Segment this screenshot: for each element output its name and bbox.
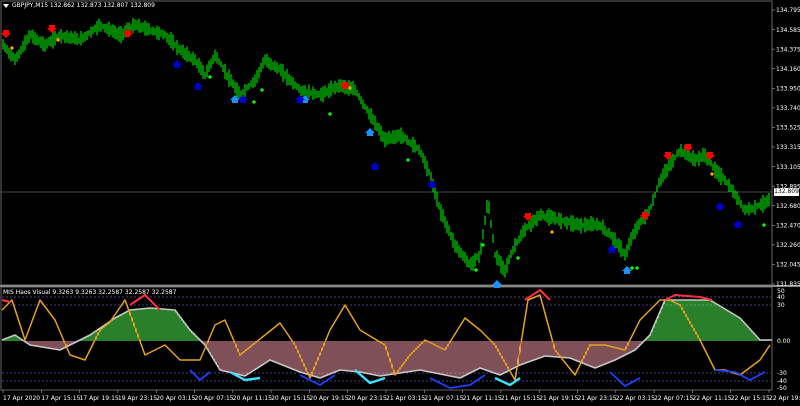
green-dot	[629, 265, 635, 271]
price-label: 134.160	[776, 66, 800, 73]
time-label: 17 Apr 19:15	[80, 395, 119, 402]
orange-dot	[549, 229, 555, 235]
indicator-level-label: -50	[777, 385, 787, 392]
time-label: 20 Apr 19:15	[309, 395, 348, 402]
green-dot	[251, 99, 257, 105]
time-label: 20 Apr 03:15	[156, 395, 195, 402]
price-label: 133.740	[776, 105, 800, 112]
time-label: 21 Apr 03:15	[386, 395, 425, 402]
orange-dot	[9, 45, 15, 51]
price-label: 132.470	[776, 222, 800, 229]
time-label: 22 Apr 03:15	[616, 395, 655, 402]
sell-arrow-icon	[1, 30, 11, 38]
indicator-level-label: 30	[777, 302, 785, 309]
indicator-level-label: -30	[777, 370, 787, 377]
signal-marks-layer	[1, 25, 767, 288]
orange-dot	[709, 171, 715, 177]
time-label: 21 Apr 07:15	[424, 395, 463, 402]
price-label: 134.795	[776, 7, 800, 14]
main-pane-title: GBPJPY,M15 132.862 132.873 132.807 132.8…	[3, 2, 155, 9]
green-dot	[259, 87, 265, 93]
indicator-blue-segment	[609, 371, 641, 387]
buy-arrow-icon	[733, 220, 743, 228]
time-axis: 17 Apr 2020 17 Apr 15:15 17 Apr 19:15 19 Ap…	[2, 390, 800, 402]
time-label: 22 Apr 15:15	[731, 395, 770, 402]
time-label: 17 Apr 15:15	[41, 395, 80, 402]
time-label: 21 Apr 19:15	[539, 395, 578, 402]
price-label: 133.315	[776, 144, 800, 151]
price-axis: 134.795 134.585 134.375 134.160 133.950 133.7…	[772, 7, 800, 288]
green-dot	[634, 265, 640, 271]
collapse-triangle-icon[interactable]	[3, 3, 9, 8]
price-label: 132.260	[776, 242, 800, 249]
indicator-level-label: -40	[777, 378, 787, 385]
green-dot	[405, 157, 411, 163]
indicator-red-segment	[1, 299, 11, 303]
time-label: 19 Apr 23:15	[118, 395, 157, 402]
time-label: 20 Apr 23:15	[348, 395, 387, 402]
price-label: 133.525	[776, 125, 800, 132]
green-dot	[327, 111, 333, 117]
buy-arrow-icon	[622, 266, 632, 274]
indicator-axis: 5040300.00-30-40-50	[777, 288, 791, 392]
indicator-red-segment	[524, 289, 551, 301]
indicator-pane-title: MIS Haos Visual 9.3263 9.3263 32.2587 32…	[3, 289, 177, 296]
time-label: 21 Apr 15:15	[501, 395, 540, 402]
green-dot	[480, 242, 486, 248]
price-label: 133.950	[776, 85, 800, 92]
price-label: 132.045	[776, 262, 800, 269]
time-label: 17 Apr 2020	[3, 395, 40, 402]
time-label: 22 Apr 07:15	[654, 395, 693, 402]
indicator-blue-segment	[189, 369, 211, 381]
indicator-blue-segment	[714, 369, 766, 381]
price-label: 133.105	[776, 164, 800, 171]
buy-arrow-icon	[365, 128, 375, 136]
green-dot	[515, 255, 521, 261]
indicator-level-label: 0.00	[777, 338, 791, 345]
price-label: 134.585	[776, 27, 800, 34]
green-dot	[473, 267, 479, 273]
chart-canvas[interactable]: 134.795 134.585 134.375 134.160 133.950 133.7…	[0, 0, 800, 406]
time-label: 20 Apr 15:15	[271, 395, 310, 402]
price-label: 131.835	[776, 281, 800, 288]
green-dot	[207, 74, 213, 80]
buy-arrow-icon	[715, 202, 725, 210]
indicator-cyan-segment	[494, 376, 521, 387]
time-label: 21 Apr 11:15	[463, 395, 502, 402]
time-label: 20 Apr 11:15	[233, 395, 272, 402]
candles-layer	[2, 17, 770, 278]
current-price-tag: 132.809	[774, 188, 799, 196]
symbol-info-text: GBPJPY,M15 132.862 132.873 132.807 132.8…	[12, 2, 155, 9]
time-label: 20 Apr 07:15	[195, 395, 234, 402]
time-label: 21 Apr 23:15	[578, 395, 617, 402]
indicator-level-label: 40	[777, 294, 785, 301]
time-label: 22 Apr 11:15	[692, 395, 731, 402]
time-label: 22 Apr 19:15	[769, 395, 800, 402]
buy-arrow-icon	[370, 162, 380, 170]
price-label: 134.375	[776, 46, 800, 53]
green-dot	[761, 222, 767, 228]
buy-arrow-icon	[193, 82, 203, 90]
buy-arrow-icon	[427, 180, 437, 188]
buy-arrow-icon	[172, 60, 182, 68]
price-label: 132.680	[776, 203, 800, 210]
